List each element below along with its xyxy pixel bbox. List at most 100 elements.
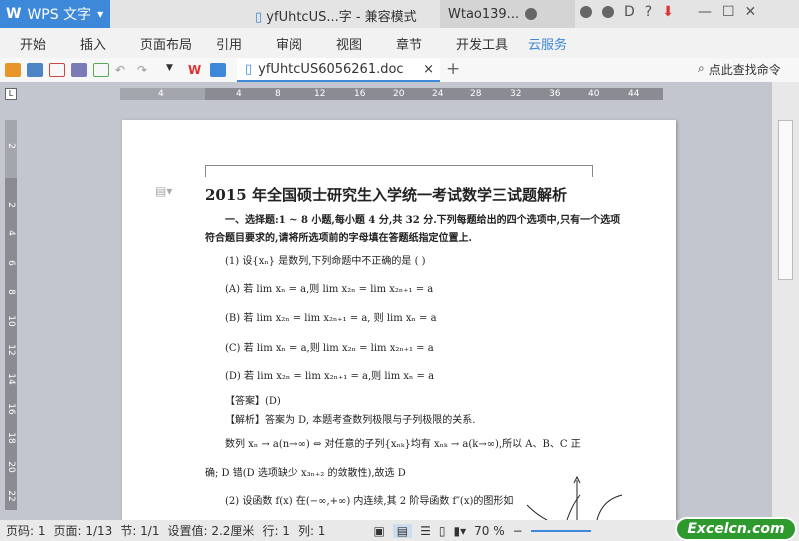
ruler-tick: 4 (158, 89, 164, 99)
outline-view-icon[interactable]: ☰ (420, 524, 431, 538)
ruler-tick: 4 (236, 89, 242, 99)
menu-bar: 开始 插入 页面布局 引用 审阅 视图 章节 开发工具 云服务 (0, 28, 799, 58)
close-tab-icon[interactable]: × (423, 62, 434, 77)
cube-icon[interactable] (210, 63, 226, 77)
status-col: 列: 1 (297, 524, 326, 538)
more-icon[interactable]: ▼ (166, 63, 182, 77)
zoom-slider[interactable] (530, 529, 591, 532)
save-icon[interactable] (27, 63, 43, 77)
feedback-icon[interactable]: D (624, 4, 635, 20)
ruler-tick: 10 (6, 315, 16, 327)
question-2: (2) 设函数 f(x) 在(−∞,+∞) 内连续,其 2 阶导函数 f″(x)… (225, 496, 514, 507)
ruler-tick: 40 (588, 89, 600, 99)
ruler-tick: 18 (6, 432, 16, 444)
zoom-level: 70 % (474, 523, 505, 538)
horizontal-ruler[interactable]: 4 4 8 12 16 20 24 28 32 36 40 44 (120, 88, 663, 100)
watermark-logo: Excelcn.com (675, 517, 797, 541)
help-icon[interactable]: ? (645, 4, 652, 20)
vertical-ruler[interactable]: 2 2 4 6 8 10 12 14 16 18 20 22 (5, 120, 17, 510)
tab-stop-icon[interactable]: L (5, 88, 17, 100)
document-tab[interactable]: ▯ yfUhtcUS6056261.doc × (237, 58, 440, 82)
function-graph (526, 475, 623, 520)
ruler-tick: 16 (6, 403, 16, 415)
menu-chapter[interactable]: 章节 (376, 34, 436, 53)
menu-review[interactable]: 审阅 (256, 34, 316, 53)
menu-home[interactable]: 开始 (0, 34, 60, 53)
zoom-out-icon[interactable]: − (513, 524, 523, 538)
ruler-tick: 16 (354, 89, 366, 99)
ruler-tick: 2 (6, 202, 16, 208)
search-label: 点此查找命令 (708, 63, 781, 77)
status-setting: 设置值: 2.2厘米 (167, 524, 255, 538)
ruler-tick: 20 (393, 89, 405, 99)
skin-icon[interactable] (580, 6, 592, 18)
window-controls: D? ⬇ — ☐ ✕ (580, 4, 756, 20)
instructions: 符合题目要求的,请将所选项前的字母填在答题纸指定位置上. (205, 233, 472, 244)
paragraph-icon[interactable]: ▤▾ (155, 184, 172, 198)
user-name: Wtao139... (448, 6, 520, 22)
app-name: WPS 文字 (27, 7, 92, 23)
menu-layout[interactable]: 页面布局 (120, 34, 196, 53)
tab-label: yfUhtcUS6056261.doc (258, 61, 404, 77)
menu-cloud[interactable]: 云服务 (508, 34, 568, 53)
export-pdf-icon[interactable] (49, 63, 65, 77)
document-page[interactable]: ▤▾ 2015 年全国硕士研究生入学统一考试数学三试题解析 一、选择题:1 ~ … (122, 120, 676, 520)
web-view-icon[interactable]: ▯ (439, 524, 446, 538)
ruler-tick: 22 (6, 490, 16, 502)
fullscreen-icon[interactable]: ▣ (373, 524, 384, 538)
ruler-tick: 6 (6, 260, 16, 266)
answer: 【答案】(D) (225, 396, 281, 407)
ruler-tick: 44 (628, 89, 640, 99)
menu-references[interactable]: 引用 (196, 34, 256, 53)
redo-icon[interactable]: ↷ (137, 63, 153, 77)
doc-title: yfUhtcUS...字 - 兼容模式 (266, 10, 417, 25)
option-a: (A) 若 lim xₙ = a,则 lim x₂ₙ = lim x₂ₙ₊₁ =… (225, 284, 434, 295)
ruler-tick: 8 (275, 89, 281, 99)
ruler-tick: 24 (432, 89, 444, 99)
print-icon[interactable] (71, 63, 87, 77)
minimize-icon[interactable]: — (698, 4, 712, 20)
ruler-tick: 12 (6, 344, 16, 356)
header-line (205, 165, 592, 166)
reading-view-icon[interactable]: ▮▾ (454, 524, 467, 538)
margin-mark (592, 165, 593, 177)
question-1: (1) 设{xₙ} 是数列,下列命题中不正确的是 ( ) (225, 256, 426, 267)
wps-menu-button[interactable]: W WPS 文字 ▼ (0, 0, 110, 28)
close-icon[interactable]: ✕ (745, 4, 757, 20)
settings-icon[interactable] (602, 6, 614, 18)
wps-logo-icon: W (6, 6, 22, 22)
avatar-icon (525, 8, 538, 20)
window-title: ▯ yfUhtcUS...字 - 兼容模式 (255, 6, 417, 25)
option-b: (B) 若 lim x₂ₙ = lim x₂ₙ₊₁ = a, 则 lim xₙ … (225, 313, 437, 324)
ruler-tick: 2 (6, 143, 16, 149)
maximize-icon[interactable]: ☐ (722, 4, 735, 20)
wps-icon[interactable]: W (188, 63, 204, 77)
status-pages: 页面: 1/13 (53, 524, 113, 538)
margin-mark (205, 165, 206, 177)
ruler-tick: 8 (6, 289, 16, 295)
explanation-line: 数列 xₙ → a(n→∞) ⇔ 对任意的子列{xₙₖ}均有 xₙₖ → a(k… (225, 439, 581, 450)
menu-insert[interactable]: 插入 (60, 34, 120, 53)
status-section: 节: 1/1 (120, 524, 160, 538)
new-tab-button[interactable]: + (446, 59, 460, 79)
analysis: 【解析】答案为 D, 本题考查数列极限与子列极限的关系. (225, 415, 476, 426)
doc-icon: ▯ (255, 10, 263, 25)
user-account[interactable]: Wtao139... (440, 0, 575, 28)
option-c: (C) 若 lim xₙ = a,则 lim x₂ₙ = lim x₂ₙ₊₁ =… (225, 343, 434, 354)
ruler-tick: 14 (6, 373, 16, 385)
option-d: (D) 若 lim x₂ₙ = lim x₂ₙ₊₁ = a,则 lim xₙ =… (225, 371, 435, 382)
print-preview-icon[interactable] (93, 63, 109, 77)
search-icon: ⌕ (698, 61, 705, 75)
command-search[interactable]: ⌕ 点此查找命令 (698, 61, 781, 78)
ruler-tick: 32 (510, 89, 522, 99)
undo-icon[interactable]: ↶ (115, 63, 131, 77)
page-view-icon[interactable]: ▤ (392, 523, 413, 538)
ruler-tick: 20 (6, 461, 16, 473)
status-page: 页码: 1 (6, 524, 46, 538)
menu-view[interactable]: 视图 (316, 34, 376, 53)
menu-developer[interactable]: 开发工具 (436, 34, 508, 53)
download-icon[interactable]: ⬇ (662, 4, 674, 20)
open-icon[interactable] (5, 63, 21, 77)
chevron-down-icon: ▼ (97, 9, 104, 19)
scrollbar-thumb[interactable] (778, 120, 793, 280)
